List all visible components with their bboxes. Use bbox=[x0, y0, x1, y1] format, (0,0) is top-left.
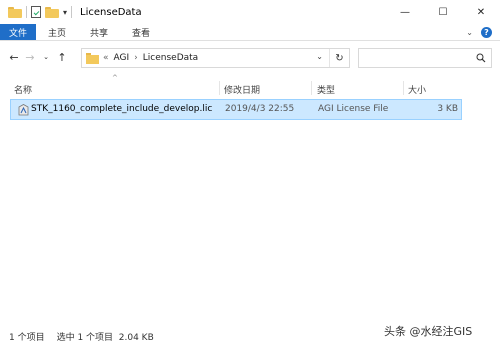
navigation-bar: ← → ⌄ ↑ « AGI › LicenseData ⌄ ↻ bbox=[0, 44, 500, 70]
divider bbox=[219, 81, 220, 95]
maximize-button[interactable]: ☐ bbox=[424, 0, 462, 24]
ribbon-tabs: 文件 主页 共享 查看 ⌄ ? bbox=[0, 24, 500, 41]
item-count: 1 个项目 bbox=[9, 333, 45, 343]
recent-locations-icon[interactable]: ⌄ bbox=[38, 53, 54, 61]
breadcrumb-overflow[interactable]: « bbox=[103, 53, 109, 63]
address-dropdown-icon[interactable]: ⌄ bbox=[316, 52, 323, 61]
title-bar: ▾ LicenseData — ☐ ✕ bbox=[0, 0, 500, 24]
window-title: LicenseData bbox=[80, 6, 142, 18]
sort-indicator-icon: ^ bbox=[112, 74, 118, 82]
license-file-icon bbox=[18, 104, 29, 116]
column-name[interactable]: 名称 bbox=[14, 83, 32, 96]
tab-home[interactable]: 主页 bbox=[36, 24, 78, 40]
minimize-button[interactable]: — bbox=[386, 0, 424, 24]
up-arrow-icon[interactable]: ↑ bbox=[54, 51, 70, 64]
watermark: 头条 @水经注GIS bbox=[384, 325, 473, 338]
close-button[interactable]: ✕ bbox=[462, 0, 500, 24]
back-arrow-icon[interactable]: ← bbox=[6, 51, 22, 64]
column-size[interactable]: 大小 bbox=[408, 83, 426, 96]
divider bbox=[311, 81, 312, 95]
column-header: ^ 名称 修改日期 类型 大小 bbox=[0, 74, 500, 96]
address-bar[interactable]: « AGI › LicenseData ⌄ ↻ bbox=[81, 48, 350, 68]
file-date: 2019/4/3 22:55 bbox=[225, 104, 295, 114]
folder-icon bbox=[86, 52, 99, 64]
file-type: AGI License File bbox=[318, 104, 389, 114]
breadcrumb-licensedata[interactable]: LicenseData bbox=[143, 53, 198, 63]
quick-access-toolbar: ▾ bbox=[0, 6, 73, 18]
search-icon bbox=[476, 53, 486, 63]
forward-arrow-icon[interactable]: → bbox=[22, 51, 38, 64]
divider bbox=[26, 6, 27, 18]
divider bbox=[71, 6, 73, 18]
file-size: 3 KB bbox=[437, 104, 458, 114]
help-icon[interactable]: ? bbox=[481, 26, 492, 38]
search-input[interactable] bbox=[358, 48, 492, 68]
properties-icon[interactable] bbox=[31, 6, 41, 18]
ribbon-right-controls: ⌄ ? bbox=[466, 24, 500, 40]
expand-ribbon-icon[interactable]: ⌄ bbox=[466, 28, 473, 37]
refresh-icon[interactable]: ↻ bbox=[329, 49, 349, 67]
selection-info: 选中 1 个项目 2.04 KB bbox=[56, 333, 154, 343]
tab-file[interactable]: 文件 bbox=[0, 24, 37, 40]
breadcrumb-separator[interactable]: › bbox=[134, 53, 138, 63]
customize-dropdown-icon[interactable]: ▾ bbox=[63, 8, 67, 17]
column-type[interactable]: 类型 bbox=[317, 83, 335, 96]
file-name: STK_1160_complete_include_develop.lic bbox=[31, 104, 213, 114]
file-row[interactable]: STK_1160_complete_include_develop.lic 20… bbox=[10, 99, 462, 120]
new-folder-icon[interactable] bbox=[45, 6, 59, 18]
tab-view[interactable]: 查看 bbox=[120, 24, 162, 40]
tab-share[interactable]: 共享 bbox=[78, 24, 120, 40]
column-date[interactable]: 修改日期 bbox=[224, 83, 260, 96]
divider bbox=[403, 81, 404, 95]
window-controls: — ☐ ✕ bbox=[386, 0, 500, 24]
folder-icon bbox=[8, 6, 22, 18]
breadcrumb-agi[interactable]: AGI bbox=[114, 53, 130, 63]
